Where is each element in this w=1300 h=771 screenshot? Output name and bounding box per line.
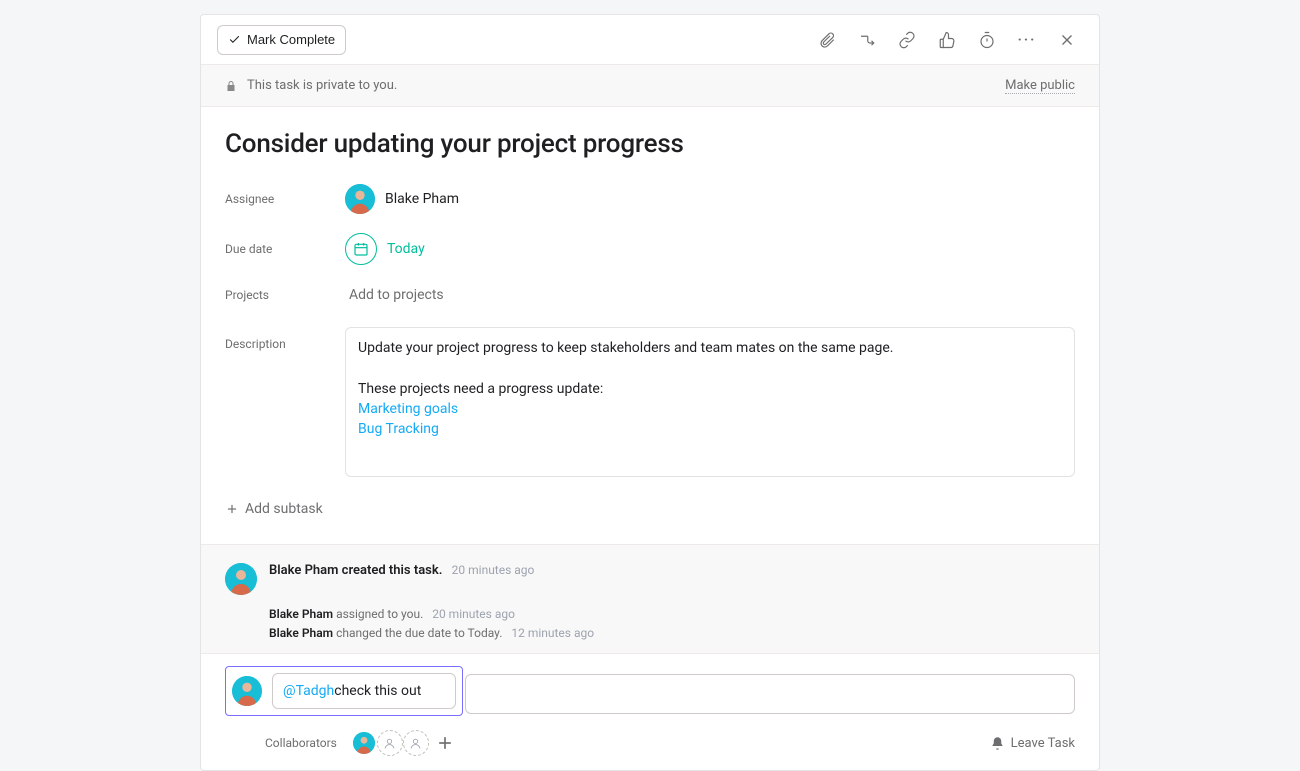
activity-created-text: Blake Pham created this task. 20 minutes…: [269, 563, 534, 578]
due-date-value[interactable]: Today: [345, 233, 425, 265]
comment-callout: @Tadgh check this out: [225, 666, 463, 716]
link-icon: [898, 31, 916, 49]
description-textarea[interactable]: Update your project progress to keep sta…: [345, 327, 1075, 477]
bell-icon: [990, 736, 1005, 751]
subtasks-button[interactable]: [851, 24, 883, 56]
activity-events: Blake Pham assigned to you. 20 minutes a…: [269, 605, 1075, 643]
plus-icon: [435, 733, 455, 753]
assignee-label: Assignee: [225, 192, 345, 206]
mark-complete-button[interactable]: Mark Complete: [217, 25, 346, 55]
assignee-name: Blake Pham: [385, 191, 459, 207]
due-date-text: Today: [387, 241, 425, 257]
calendar-icon: [353, 241, 369, 257]
activity-created-row: Blake Pham created this task. 20 minutes…: [225, 563, 1075, 595]
comment-area: @Tadgh check this out: [201, 653, 1099, 720]
person-icon: [345, 184, 375, 214]
plus-icon: [225, 502, 239, 516]
activity-action: changed the due date to Today.: [333, 626, 502, 640]
due-date-label: Due date: [225, 242, 345, 256]
comment-input-full[interactable]: [465, 674, 1075, 714]
activity-section: Blake Pham created this task. 20 minutes…: [201, 544, 1099, 653]
activity-action: created this task.: [338, 563, 442, 578]
calendar-icon-circle: [345, 233, 377, 265]
thumbs-up-icon: [938, 31, 956, 49]
activity-event: Blake Pham changed the due date to Today…: [269, 624, 1075, 643]
description-line1: Update your project progress to keep sta…: [358, 338, 1062, 358]
description-link-1[interactable]: Marketing goals: [358, 401, 458, 417]
add-collaborator-placeholder[interactable]: [403, 730, 429, 756]
comment-text: check this out: [334, 683, 421, 699]
task-body: Consider updating your project progress …: [201, 107, 1099, 544]
attachment-button[interactable]: [811, 24, 843, 56]
close-icon: [1058, 31, 1076, 49]
activity-time: 12 minutes ago: [511, 626, 594, 640]
collaborators-label: Collaborators: [265, 736, 337, 750]
activity-event: Blake Pham assigned to you. 20 minutes a…: [269, 605, 1075, 624]
add-to-projects-button[interactable]: Add to projects: [345, 287, 444, 303]
ellipsis-icon: ···: [1018, 32, 1037, 48]
projects-label: Projects: [225, 288, 345, 302]
user-icon: [383, 737, 396, 750]
comment-input[interactable]: @Tadgh check this out: [272, 673, 456, 709]
activity-actor: Blake Pham: [269, 563, 338, 578]
copy-link-button[interactable]: [891, 24, 923, 56]
description-label: Description: [225, 327, 345, 351]
lock-icon: [225, 80, 237, 92]
stopwatch-icon: [978, 31, 996, 49]
activity-time: 20 minutes ago: [432, 607, 515, 621]
more-actions-button[interactable]: ···: [1011, 24, 1043, 56]
collaborator-avatar[interactable]: [351, 730, 377, 756]
avatar: [232, 676, 262, 706]
description-field: Description Update your project progress…: [225, 327, 1075, 477]
timer-button[interactable]: [971, 24, 1003, 56]
task-title[interactable]: Consider updating your project progress: [225, 129, 1075, 159]
avatar: [345, 184, 375, 214]
due-date-field: Due date Today: [225, 231, 1075, 267]
leave-task-label: Leave Task: [1011, 736, 1075, 751]
close-button[interactable]: [1051, 24, 1083, 56]
person-icon: [225, 563, 257, 595]
activity-actor: Blake Pham: [269, 626, 333, 640]
add-collaborator-placeholder[interactable]: [377, 730, 403, 756]
task-toolbar: Mark Complete ···: [201, 15, 1099, 65]
privacy-bar: This task is private to you. Make public: [201, 65, 1099, 107]
mark-complete-label: Mark Complete: [247, 32, 335, 47]
add-subtask-button[interactable]: Add subtask: [225, 501, 323, 517]
subtasks-icon: [858, 31, 876, 49]
assignee-field: Assignee Blake Pham: [225, 181, 1075, 217]
activity-actor: Blake Pham: [269, 607, 333, 621]
user-icon: [409, 737, 422, 750]
activity-action: assigned to you.: [333, 607, 423, 621]
add-collaborator-button[interactable]: [435, 733, 455, 753]
avatar: [225, 563, 257, 595]
like-button[interactable]: [931, 24, 963, 56]
activity-time: 20 minutes ago: [452, 563, 535, 577]
comment-mention: @Tadgh: [283, 683, 334, 699]
description-link-2[interactable]: Bug Tracking: [358, 421, 439, 437]
projects-field: Projects Add to projects: [225, 281, 1075, 309]
collaborator-avatars: [351, 730, 455, 756]
assignee-value[interactable]: Blake Pham: [345, 184, 459, 214]
add-subtask-label: Add subtask: [245, 501, 323, 517]
leave-task-button[interactable]: Leave Task: [990, 736, 1075, 751]
description-line2: These projects need a progress update:: [358, 379, 1062, 399]
privacy-message: This task is private to you.: [247, 78, 397, 93]
person-icon: [353, 731, 375, 755]
check-icon: [228, 33, 241, 46]
make-public-button[interactable]: Make public: [1005, 78, 1075, 94]
paperclip-icon: [818, 31, 836, 49]
task-detail-panel: Mark Complete ··· This task is private t…: [200, 14, 1100, 771]
person-icon: [232, 676, 262, 706]
